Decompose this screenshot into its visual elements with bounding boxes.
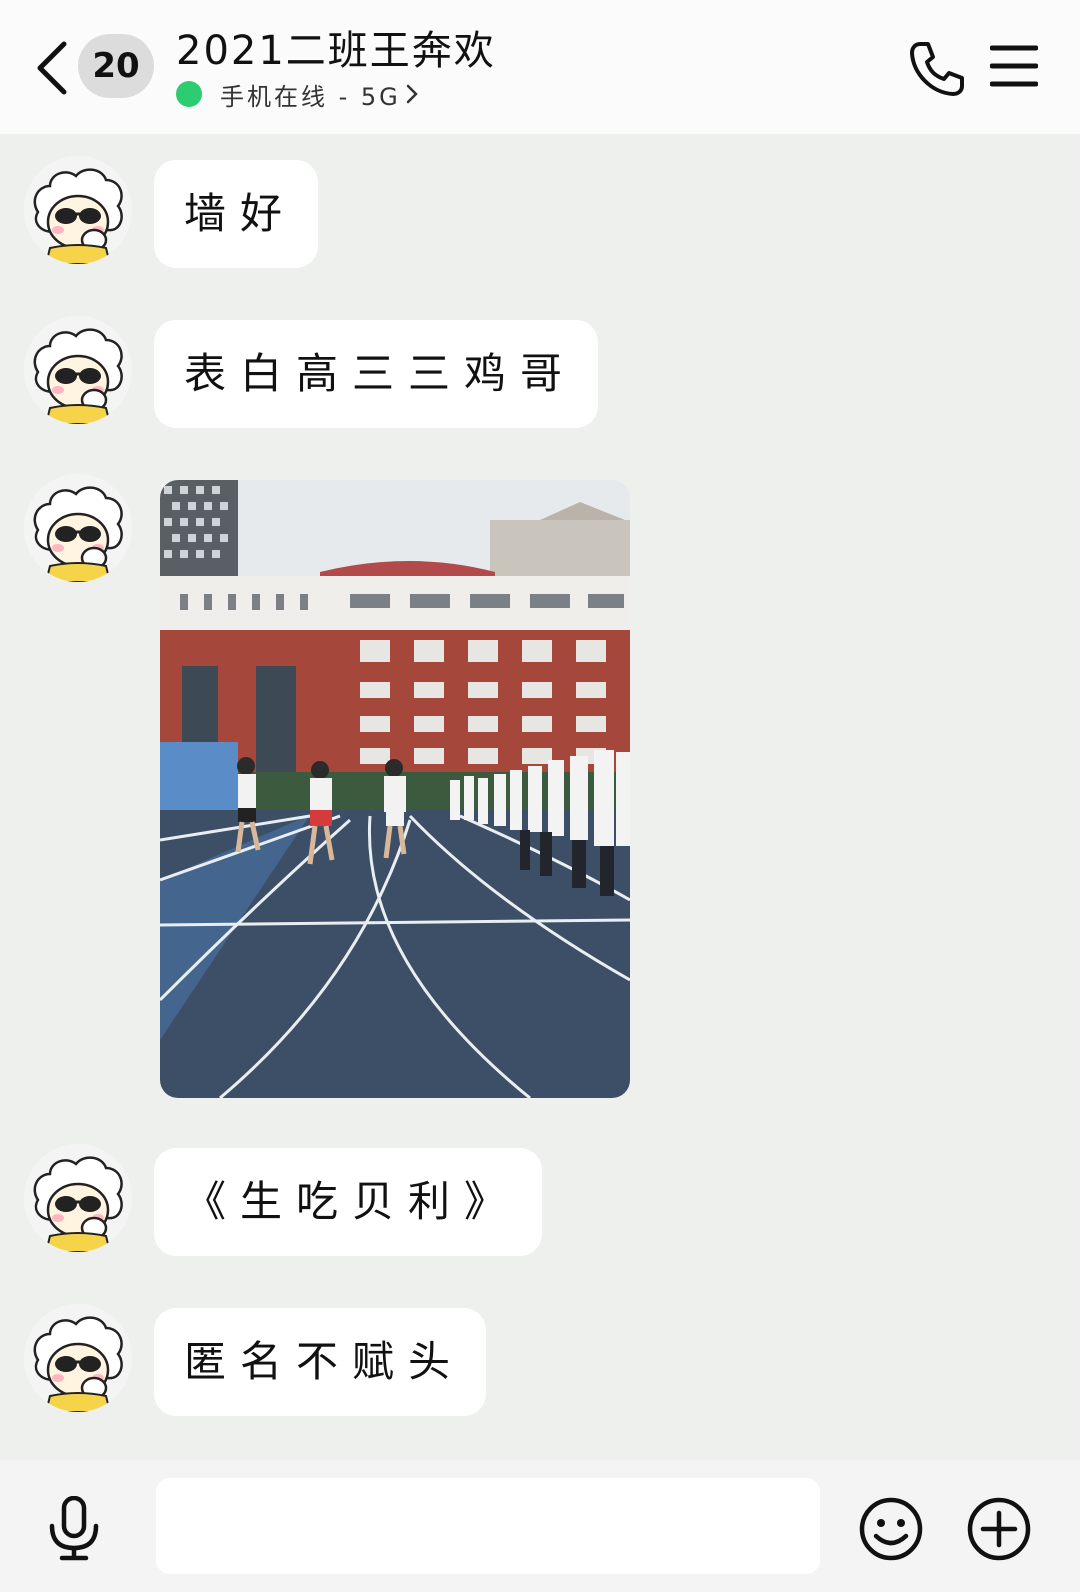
online-status-text: 手机在线 - 5G bbox=[220, 82, 401, 111]
unread-count-badge[interactable]: 20 bbox=[78, 34, 154, 98]
online-status[interactable]: 手机在线 - 5G bbox=[176, 74, 419, 114]
plus-icon[interactable] bbox=[966, 1496, 1032, 1562]
chevron-right-icon bbox=[406, 84, 418, 104]
online-dot bbox=[176, 81, 202, 107]
input-bar bbox=[0, 1460, 1080, 1592]
message-bubble[interactable]: 表白高三三鸡哥 bbox=[154, 320, 599, 428]
emoji-icon[interactable] bbox=[858, 1496, 924, 1562]
running-track-photo[interactable] bbox=[160, 480, 630, 1098]
avatar[interactable] bbox=[24, 156, 132, 264]
menu-icon[interactable] bbox=[990, 44, 1038, 88]
back-icon[interactable] bbox=[32, 38, 72, 98]
message-bubble[interactable]: 墙好 bbox=[154, 160, 319, 268]
avatar[interactable] bbox=[24, 316, 132, 424]
phone-icon[interactable] bbox=[906, 38, 968, 100]
mic-icon[interactable] bbox=[44, 1496, 104, 1562]
avatar[interactable] bbox=[24, 1144, 132, 1252]
chat-title[interactable]: 2021二班王奔欢 bbox=[176, 18, 496, 76]
message-input[interactable] bbox=[156, 1478, 820, 1574]
message-bubble[interactable]: 《生吃贝利》 bbox=[154, 1148, 543, 1256]
message-bubble[interactable]: 匿名不赋头 bbox=[154, 1308, 487, 1416]
chat-header: 20 2021二班王奔欢 手机在线 - 5G bbox=[0, 0, 1080, 134]
avatar[interactable] bbox=[24, 1304, 132, 1412]
avatar[interactable] bbox=[24, 474, 132, 582]
